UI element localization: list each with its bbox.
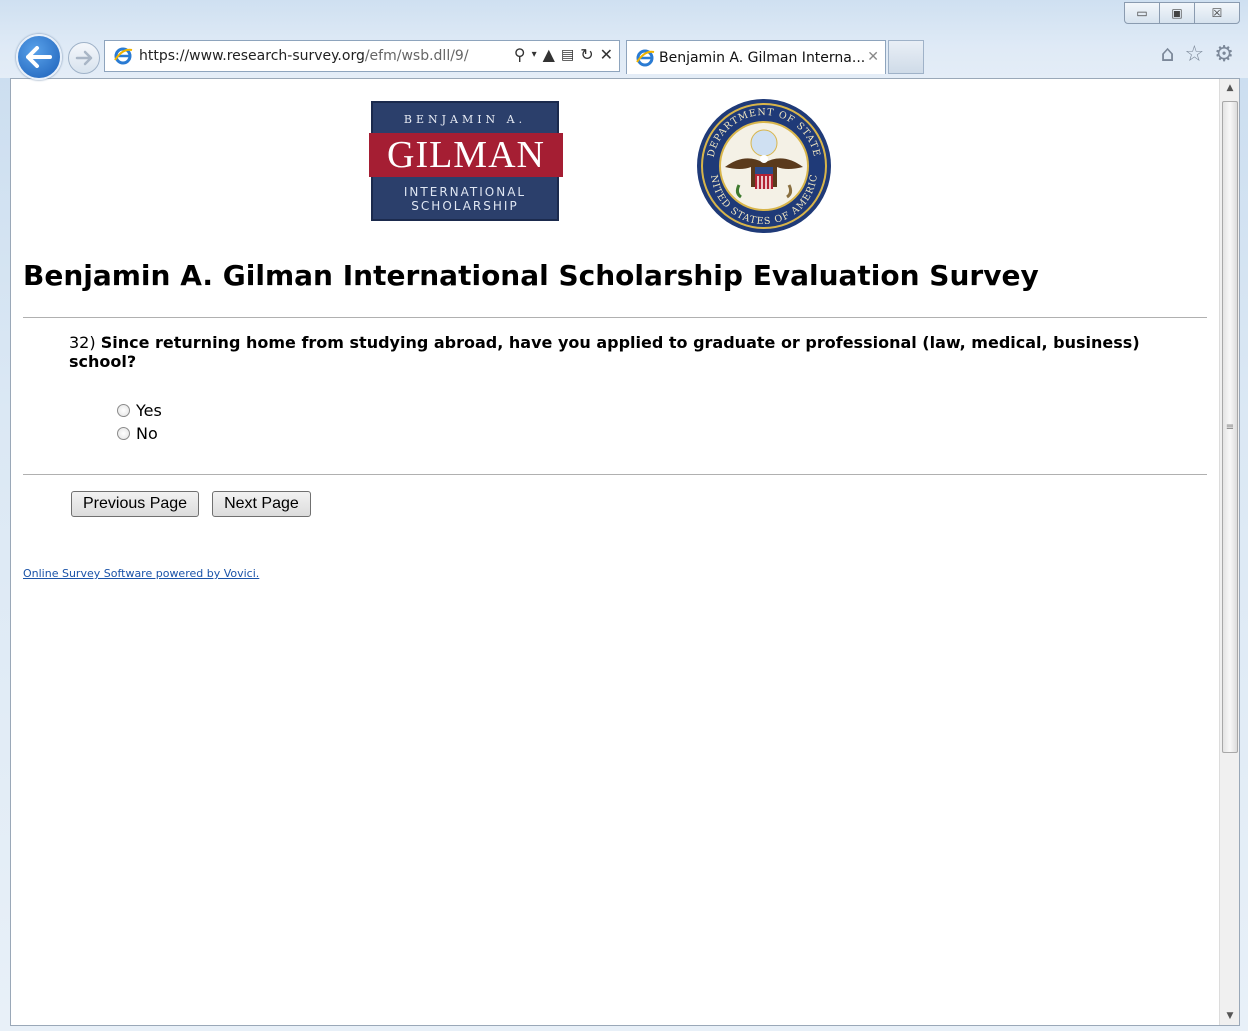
dropdown-icon[interactable]: ▾ [532,49,537,60]
answer-options: Yes No [117,399,162,445]
gilman-logo-bottom-text: INTERNATIONAL SCHOLARSHIP [373,185,557,213]
divider [23,474,1207,475]
gilman-logo-line1: INTERNATIONAL [403,185,527,199]
new-tab-button[interactable] [888,40,924,74]
option-yes[interactable]: Yes [117,399,162,422]
refresh-icon[interactable]: ↻ [580,45,593,64]
radio-yes[interactable] [117,404,130,417]
address-bar[interactable]: https://www.research-survey.org/efm/wsb.… [104,40,620,72]
forward-button[interactable] [68,42,100,74]
browser-chrome: ▭ ▣ ☒ https://www.research-survey.org/ef… [0,0,1248,80]
header-logos: BENJAMIN A. GILMAN INTERNATIONAL SCHOLAR… [369,97,851,233]
search-icon[interactable]: ⚲ [514,45,526,64]
page-navigation: Previous Page Next Page [71,491,311,517]
favorites-star-icon[interactable]: ☆ [1185,42,1205,67]
divider [23,317,1207,318]
compat-icon[interactable]: ▤ [561,47,574,63]
question-number: 32) [69,333,96,352]
back-button[interactable] [16,34,62,80]
home-icon[interactable]: ⌂ [1161,42,1175,67]
minimize-button[interactable]: ▭ [1124,2,1160,24]
window-controls: ▭ ▣ ☒ [1124,2,1240,24]
browser-tools: ⌂ ☆ ⚙ [1161,42,1234,67]
scroll-thumb[interactable]: ≡ [1222,101,1238,753]
vertical-scrollbar[interactable]: ▲ ≡ ▼ [1219,79,1239,1025]
vovici-link[interactable]: Online Survey Software powered by Vovici… [23,567,259,580]
close-window-button[interactable]: ☒ [1194,2,1240,24]
previous-page-button[interactable]: Previous Page [71,491,200,517]
option-no[interactable]: No [117,422,162,445]
back-arrow-icon [26,46,52,68]
radio-no[interactable] [117,427,130,440]
close-icon[interactable]: ✕ [867,49,879,65]
gear-icon[interactable]: ⚙ [1214,42,1234,67]
next-page-button[interactable]: Next Page [212,491,311,517]
page-viewport: BENJAMIN A. GILMAN INTERNATIONAL SCHOLAR… [10,78,1240,1026]
department-of-state-seal: DEPARTMENT OF STATE UNITED STATES OF AME… [695,97,831,233]
gilman-logo-top-text: BENJAMIN A. [403,113,527,126]
page-title: Benjamin A. Gilman International Scholar… [23,259,1039,292]
option-yes-label: Yes [136,401,162,420]
lock-icon[interactable]: ▲ [543,45,555,64]
gilman-logo-line2: SCHOLARSHIP [411,199,519,213]
forward-arrow-icon [75,50,93,66]
question-text: Since returning home from studying abroa… [69,333,1140,371]
ie-icon [114,47,133,65]
stop-icon[interactable]: ✕ [600,45,613,64]
scroll-up-arrow[interactable]: ▲ [1220,79,1240,97]
tab-title: Benjamin A. Gilman Interna... [659,49,866,66]
gilman-logo-main-text: GILMAN [369,133,563,177]
scroll-down-arrow[interactable]: ▼ [1220,1007,1240,1025]
gilman-logo: BENJAMIN A. GILMAN INTERNATIONAL SCHOLAR… [369,101,563,221]
option-no-label: No [136,424,158,443]
url-text: https://www.research-survey.org/efm/wsb.… [139,48,469,64]
question-32: 32) Since returning home from studying a… [69,333,1169,371]
tab-active[interactable]: Benjamin A. Gilman Interna... ✕ [626,40,886,74]
maximize-button[interactable]: ▣ [1159,2,1195,24]
address-tools: ⚲ ▾ ▲ ▤ ↻ ✕ [514,45,613,64]
ie-icon [636,49,655,66]
